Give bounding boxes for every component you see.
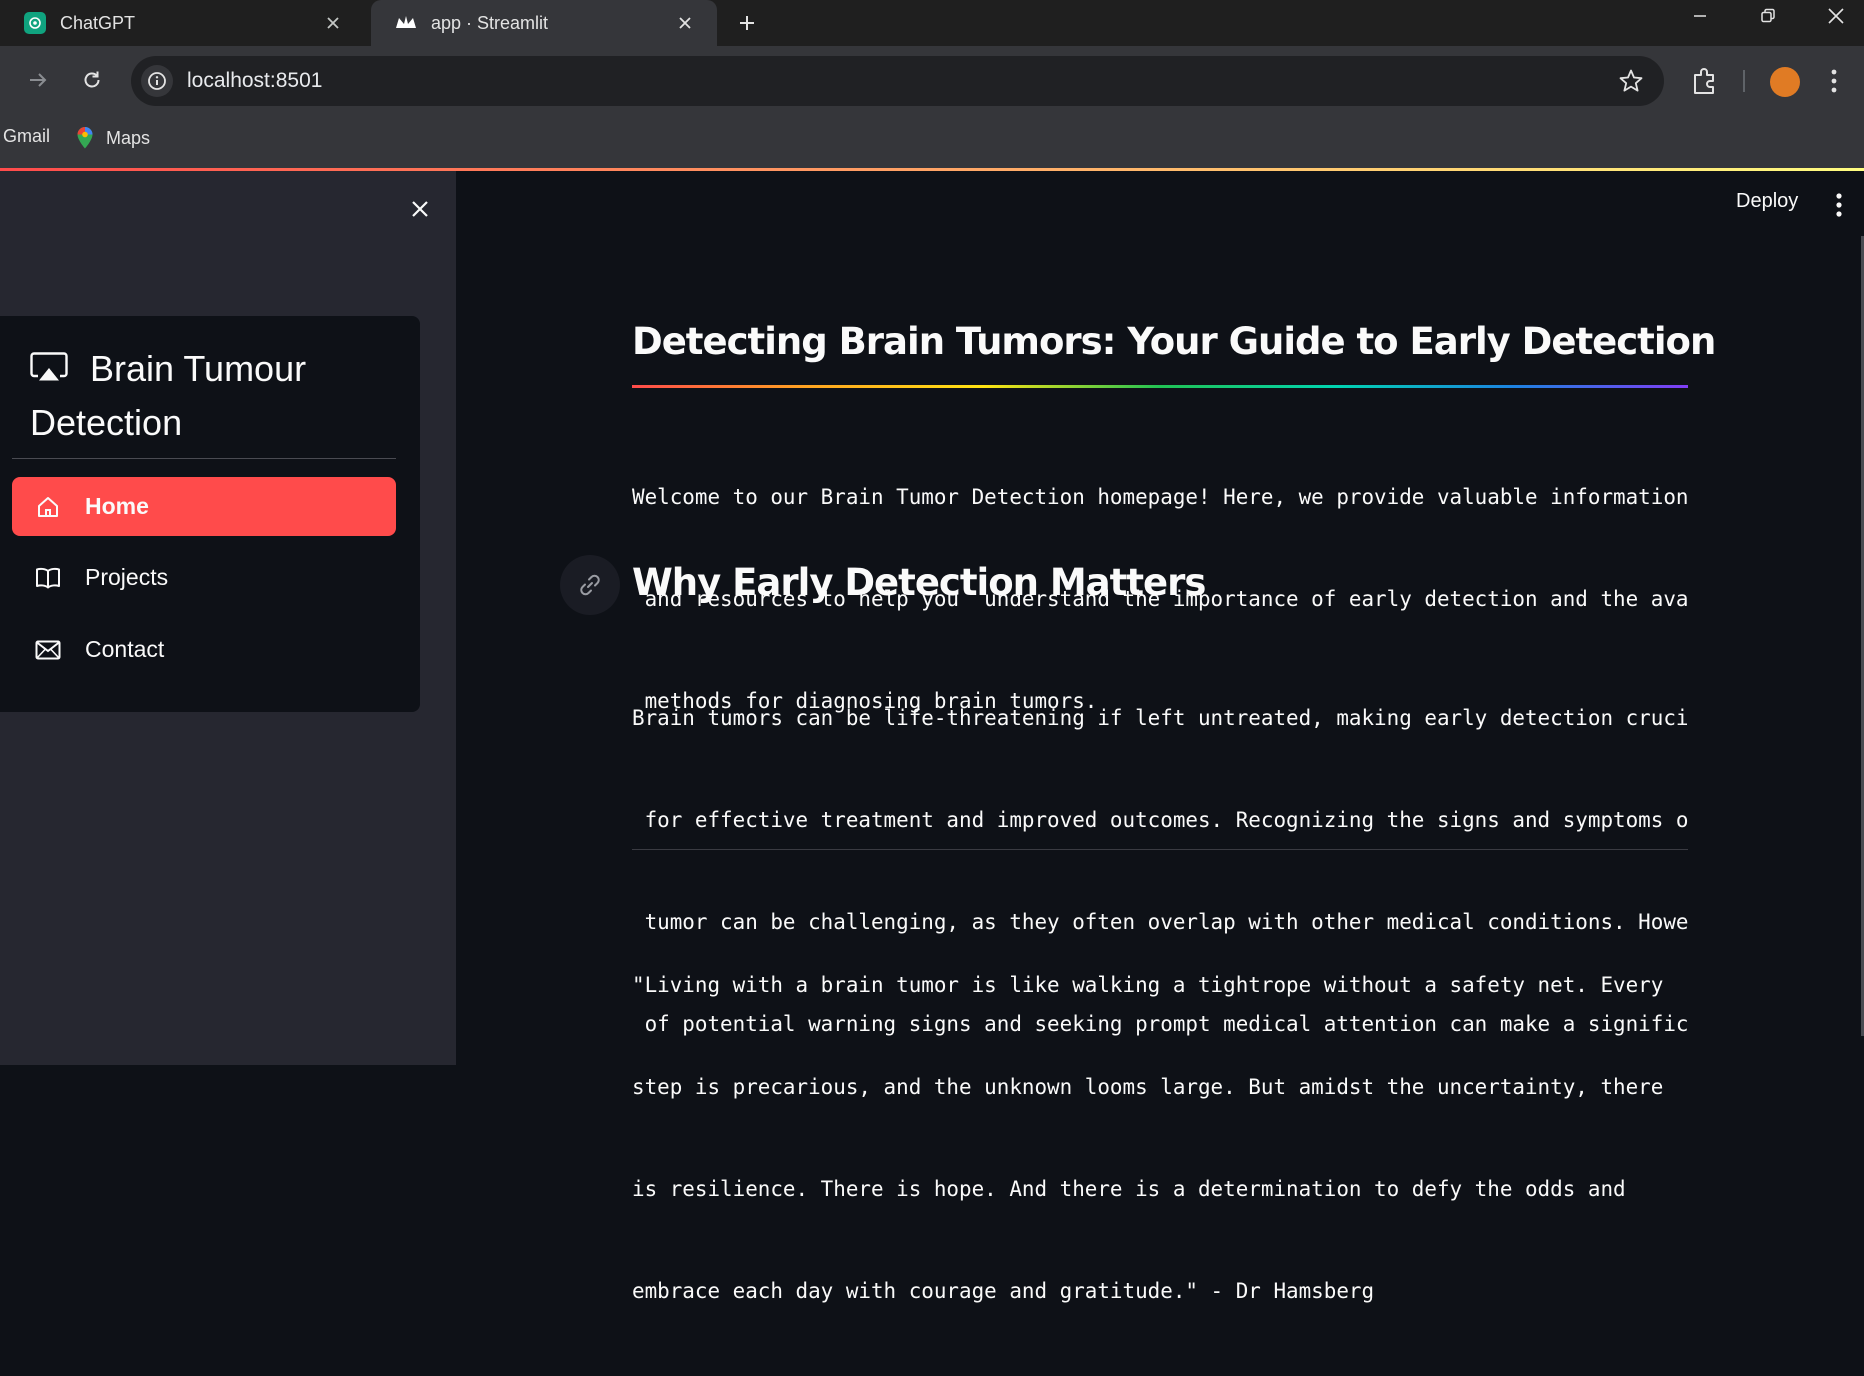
- site-info-icon[interactable]: [141, 65, 173, 97]
- forward-icon[interactable]: [20, 62, 56, 98]
- tab-streamlit[interactable]: app · Streamlit: [371, 0, 717, 46]
- bookmark-maps[interactable]: Maps: [76, 126, 150, 150]
- quote-paragraph: "Living with a brain tumor is like walki…: [632, 900, 1688, 1376]
- browser-tabstrip: ChatGPT app · Streamlit: [0, 0, 1864, 46]
- option-menu: Brain Tumour Detection Home Projects Con…: [0, 316, 420, 712]
- bookmark-label: Gmail: [3, 126, 51, 146]
- bookmarks-bar: Gmail Maps: [0, 114, 1864, 168]
- nav-item-contact[interactable]: Contact: [12, 620, 396, 679]
- browser-menu-icon[interactable]: [1826, 66, 1842, 96]
- book-icon: [35, 565, 61, 591]
- text-line: step is precarious, and the unknown loom…: [632, 1075, 1664, 1099]
- title-rainbow-divider: [632, 385, 1688, 388]
- house-icon: [35, 494, 61, 520]
- bookmark-star-icon[interactable]: [1618, 68, 1644, 94]
- reload-icon[interactable]: [74, 62, 110, 98]
- airplay-icon: [30, 352, 68, 381]
- content-divider: [632, 849, 1688, 850]
- restore-icon[interactable]: [1734, 0, 1802, 32]
- deploy-button[interactable]: Deploy: [1736, 190, 1798, 213]
- nav-item-label: Contact: [85, 636, 165, 662]
- minimize-icon[interactable]: [1666, 0, 1734, 32]
- text-line: Brain tumors can be life-threatening if …: [632, 706, 1688, 730]
- menu-title: Brain Tumour Detection: [30, 342, 390, 450]
- nav-item-home[interactable]: Home: [12, 477, 396, 536]
- url-text[interactable]: localhost:8501: [187, 69, 322, 93]
- main-menu-icon[interactable]: [1832, 192, 1846, 218]
- bookmark-label: Maps: [106, 127, 151, 148]
- chatgpt-favicon-icon: [24, 12, 46, 34]
- close-window-icon[interactable]: [1802, 0, 1864, 32]
- section-heading: Why Early Detection Matters: [632, 561, 1206, 604]
- anchor-link-icon[interactable]: [560, 555, 620, 615]
- text-line: embrace each day with courage and gratit…: [632, 1279, 1375, 1303]
- envelope-icon: [35, 637, 61, 663]
- tab-title: ChatGPT: [60, 12, 136, 33]
- text-line: Welcome to our Brain Tumor Detection hom…: [632, 485, 1688, 509]
- close-tab-icon[interactable]: [673, 11, 697, 35]
- bookmark-gmail[interactable]: Gmail: [3, 126, 50, 147]
- new-tab-icon[interactable]: [732, 8, 762, 38]
- tab-title: app · Streamlit: [431, 12, 549, 33]
- address-bar[interactable]: localhost:8501: [131, 56, 1664, 106]
- close-sidebar-icon[interactable]: [404, 193, 436, 225]
- extensions-icon[interactable]: [1690, 66, 1720, 96]
- text-line: for effective treatment and improved out…: [632, 808, 1688, 832]
- streamlit-crown-icon: [395, 12, 417, 34]
- profile-avatar[interactable]: [1770, 67, 1800, 97]
- page-title: Detecting Brain Tumors: Your Guide to Ea…: [632, 320, 1716, 363]
- text-line: "Living with a brain tumor is like walki…: [632, 973, 1664, 997]
- text-line: is resilience. There is hope. And there …: [632, 1177, 1626, 1201]
- menu-divider: [12, 458, 396, 459]
- nav-item-label: Home: [85, 493, 149, 519]
- menu-title-text: Brain Tumour Detection: [30, 348, 307, 443]
- close-tab-icon[interactable]: [321, 11, 345, 35]
- sidebar: Brain Tumour Detection Home Projects Con…: [0, 171, 456, 1065]
- tab-chatgpt[interactable]: ChatGPT: [0, 0, 365, 46]
- browser-toolbar: localhost:8501: [0, 46, 1864, 114]
- nav-item-label: Projects: [85, 564, 169, 590]
- toolbar-divider: [1743, 70, 1745, 92]
- maps-pin-icon: [77, 127, 93, 149]
- nav-item-projects[interactable]: Projects: [12, 548, 396, 607]
